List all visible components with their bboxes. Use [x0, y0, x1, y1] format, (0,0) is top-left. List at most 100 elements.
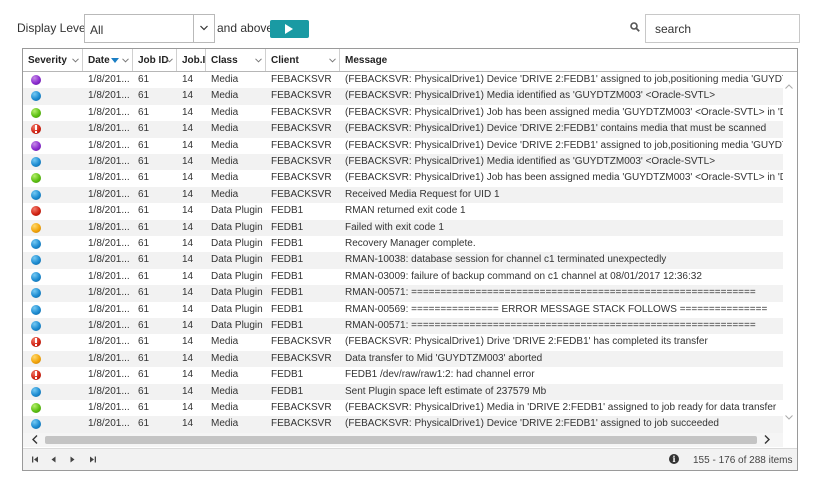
- table-row[interactable]: 1/8/201... 61 14 Media FEBACKSVR (FEBACKSVR: …: [23, 72, 783, 88]
- previous-page-icon[interactable]: [51, 456, 56, 463]
- table-row[interactable]: 1/8/201... 61 14 Media FEBACKSVR (FEBACKSVR: …: [23, 88, 783, 105]
- severity-blue-icon: [31, 271, 41, 282]
- column-header-job-ir[interactable]: Job.Ir: [177, 49, 206, 71]
- severity-red-icon: [31, 370, 41, 381]
- table-row[interactable]: 1/8/201... 61 14 Media FEBACKSVR (FEBACKSVR: …: [23, 400, 783, 416]
- date-cell: 1/8/201...: [88, 369, 130, 381]
- table-row[interactable]: 1/8/201... 61 14 Media FEBACKSVR (FEBACKSVR: …: [23, 170, 783, 186]
- date-cell: 1/8/201...: [88, 90, 130, 102]
- date-cell: 1/8/201...: [88, 418, 130, 430]
- job-ir-cell: 14: [182, 320, 194, 331]
- job-id-cell: 61: [138, 156, 150, 167]
- pager-info: 155 - 176 of 288 items: [693, 455, 793, 466]
- severity-blue-icon: [31, 189, 41, 200]
- play-icon: [285, 24, 293, 34]
- client-cell: FEBACKSVR: [271, 172, 332, 184]
- table-row[interactable]: 1/8/201... 61 14 Media FEDB1 Sent Plugin spac…: [23, 383, 783, 400]
- class-cell: Data Plugin: [211, 205, 263, 217]
- search-input[interactable]: [655, 16, 795, 41]
- scroll-up-icon[interactable]: [785, 84, 793, 89]
- column-header-class[interactable]: Class: [206, 49, 266, 71]
- display-level-select[interactable]: All: [84, 14, 215, 43]
- next-page-icon[interactable]: [70, 456, 75, 463]
- job-ir-cell: 14: [182, 123, 194, 135]
- date-cell: 1/8/201...: [88, 188, 130, 200]
- display-level-label: Display Level: [17, 21, 89, 35]
- table-row[interactable]: 1/8/201... 61 14 Media FEBACKSVR (FEBACKSVR: …: [23, 154, 783, 171]
- table-row[interactable]: 1/8/201... 61 14 Data Plugin FEDB1 RMAN retur…: [23, 203, 783, 219]
- table-row[interactable]: 1/8/201... 61 14 Data Plugin FEDB1 RMAN-00571…: [23, 285, 783, 302]
- job-id-cell: 61: [138, 238, 150, 249]
- date-cell: 1/8/201...: [88, 402, 130, 413]
- table-row[interactable]: 1/8/201... 61 14 Data Plugin FEDB1 Recovery M…: [23, 236, 783, 252]
- message-cell: (FEBACKSVR: PhysicalDrive1) Device 'DRIV…: [345, 418, 719, 430]
- class-cell: Media: [211, 402, 239, 413]
- table-row[interactable]: 1/8/201... 61 14 Media FEBACKSVR (FEBACKSVR: …: [23, 121, 783, 138]
- sort-descending-icon: [111, 58, 119, 63]
- class-cell: Data Plugin: [211, 303, 263, 315]
- date-cell: 1/8/201...: [88, 352, 130, 364]
- chevron-down-icon[interactable]: [166, 58, 173, 63]
- job-ir-cell: 14: [182, 336, 194, 348]
- severity-blue-icon: [31, 304, 41, 315]
- table-row[interactable]: 1/8/201... 61 14 Data Plugin FEDB1 RMAN-10038…: [23, 252, 783, 269]
- column-header-client[interactable]: Client: [266, 49, 340, 71]
- class-cell: Media: [211, 106, 239, 118]
- column-header-message[interactable]: Message: [340, 49, 797, 71]
- chevron-down-icon[interactable]: [329, 58, 336, 63]
- class-cell: Data Plugin: [211, 287, 263, 299]
- table-row[interactable]: 1/8/201... 61 14 Media FEBACKSVR Data transfe…: [23, 350, 783, 368]
- last-page-icon[interactable]: [89, 456, 96, 463]
- table-row[interactable]: 1/8/201... 61 14 Media FEBACKSVR (FEBACKSVR: …: [23, 416, 783, 433]
- horizontal-scrollbar[interactable]: [23, 433, 783, 447]
- date-cell: 1/8/201...: [88, 74, 130, 85]
- job-ir-cell: 14: [182, 287, 194, 299]
- table-row[interactable]: 1/8/201... 61 14 Media FEDB1 FEDB1 /dev/raw/r…: [23, 367, 783, 383]
- chevron-down-icon[interactable]: [193, 15, 214, 42]
- scroll-right-icon[interactable]: [764, 435, 770, 444]
- chevron-down-icon[interactable]: [122, 58, 129, 63]
- date-cell: 1/8/201...: [88, 254, 130, 266]
- table-row[interactable]: 1/8/201... 61 14 Media FEBACKSVR (FEBACKSVR: …: [23, 334, 783, 350]
- message-cell: RMAN-10038: database session for channel…: [345, 254, 667, 266]
- table-row[interactable]: 1/8/201... 61 14 Data Plugin FEDB1 Failed wit…: [23, 219, 783, 236]
- table-row[interactable]: 1/8/201... 61 14 Media FEBACKSVR Received Med…: [23, 186, 783, 204]
- column-header-date[interactable]: Date: [83, 49, 133, 71]
- client-cell: FEDB1: [271, 270, 304, 282]
- severity-purple-icon: [31, 140, 41, 151]
- message-cell: (FEBACKSVR: PhysicalDrive1) Job has been…: [345, 172, 783, 184]
- severity-orange-icon: [31, 353, 41, 364]
- message-cell: RMAN-00571: ============================…: [345, 320, 756, 331]
- job-ir-cell: 14: [182, 156, 194, 167]
- table-row[interactable]: 1/8/201... 61 14 Data Plugin FEDB1 RMAN-03009…: [23, 269, 783, 285]
- chevron-down-icon[interactable]: [255, 58, 262, 63]
- class-cell: Media: [211, 90, 239, 102]
- column-header-job-id[interactable]: Job ID: [133, 49, 177, 71]
- table-row[interactable]: 1/8/201... 61 14 Data Plugin FEDB1 RMAN-00569…: [23, 302, 783, 318]
- class-cell: Media: [211, 156, 239, 167]
- log-grid: Severity Date Job ID Job.Ir Class Client…: [22, 48, 798, 471]
- class-cell: Media: [211, 188, 239, 200]
- severity-blue-icon: [31, 419, 41, 430]
- job-id-cell: 61: [138, 336, 150, 348]
- column-header-severity[interactable]: Severity: [23, 49, 83, 71]
- class-cell: Media: [211, 74, 239, 85]
- client-cell: FEDB1: [271, 320, 304, 331]
- job-id-cell: 61: [138, 188, 150, 200]
- job-id-cell: 61: [138, 123, 150, 135]
- scroll-left-icon[interactable]: [32, 435, 38, 444]
- vertical-scrollbar[interactable]: [781, 72, 797, 433]
- message-cell: Sent Plugin space left estimate of 23757…: [345, 385, 547, 397]
- apply-filter-button[interactable]: [270, 20, 309, 38]
- chevron-down-icon[interactable]: [72, 58, 79, 63]
- table-row[interactable]: 1/8/201... 61 14 Media FEBACKSVR (FEBACKSVR: …: [23, 105, 783, 121]
- table-row[interactable]: 1/8/201... 61 14 Media FEBACKSVR (FEBACKSVR: …: [23, 138, 783, 154]
- job-id-cell: 61: [138, 320, 150, 331]
- scroll-down-icon[interactable]: [785, 415, 793, 420]
- info-icon: i: [669, 454, 679, 464]
- first-page-icon[interactable]: [32, 456, 39, 463]
- table-row[interactable]: 1/8/201... 61 14 Data Plugin FEDB1 RMAN-00571…: [23, 318, 783, 335]
- search-box[interactable]: [645, 14, 800, 43]
- horizontal-scroll-thumb[interactable]: [45, 436, 757, 444]
- message-cell: Data transfer to Mid 'GUYDTZM003' aborte…: [345, 352, 543, 364]
